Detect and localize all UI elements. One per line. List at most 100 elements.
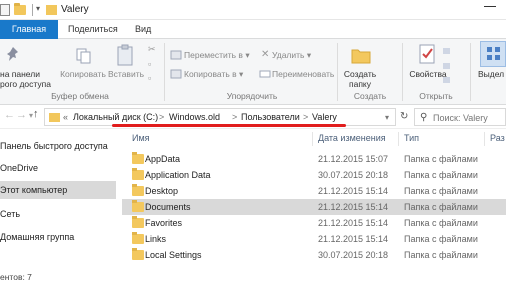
file-type: Папка с файлами <box>404 250 478 260</box>
copy-to-button[interactable]: Копировать в ▾ <box>184 69 243 79</box>
properties-quick-icon[interactable] <box>0 4 10 16</box>
file-date: 21.12.2015 15:14 <box>318 202 389 212</box>
folder-icon <box>132 200 144 212</box>
search-input[interactable]: ⚲ Поиск: Valery <box>414 108 506 126</box>
table-row[interactable]: Favorites 21.12.2015 15:14 Папка с файла… <box>122 215 506 231</box>
file-name: Desktop <box>145 186 179 196</box>
folder-icon <box>46 5 57 15</box>
column-separator[interactable] <box>312 132 313 146</box>
file-list: Имя Дата изменения Тип Раз AppData 21.12… <box>122 129 506 270</box>
up-arrow-icon[interactable]: ↑ <box>33 108 39 120</box>
file-date: 30.07.2015 20:18 <box>318 250 389 260</box>
highlight-underline <box>112 124 346 127</box>
file-type: Папка с файлами <box>404 186 478 196</box>
pin-quick-access-label-2[interactable]: рого доступа <box>0 79 56 89</box>
file-type: Папка с файлами <box>404 218 478 228</box>
column-header-type[interactable]: Тип <box>404 133 419 143</box>
file-date: 21.12.2015 15:14 <box>318 218 389 228</box>
tab-share[interactable]: Поделиться <box>68 20 118 39</box>
group-separator <box>470 43 471 101</box>
properties-button[interactable]: Свойства <box>406 69 450 79</box>
rename-button[interactable]: Переименовать <box>272 69 334 79</box>
file-type: Папка с файлами <box>404 154 478 164</box>
select-button[interactable]: Выдел <box>478 69 504 79</box>
column-header-name[interactable]: Имя <box>132 133 150 143</box>
quick-access-dropdown[interactable]: ▾ <box>36 4 40 13</box>
breadcrumb-drive[interactable]: Локальный диск (C:) <box>73 112 158 122</box>
create-group-label: Создать <box>353 91 387 101</box>
rename-icon <box>259 70 271 78</box>
cut-icon[interactable]: ✂ ▫ ▫ <box>148 43 158 83</box>
file-type: Папка с файлами <box>404 234 478 244</box>
folder-icon <box>49 113 60 122</box>
new-folder-label-2[interactable]: папку <box>340 79 380 89</box>
back-arrow-icon[interactable]: ← <box>4 109 15 121</box>
organize-group-label: Упорядочить <box>226 91 278 101</box>
table-row[interactable]: Documents 21.12.2015 15:14 Папка с файла… <box>122 199 506 215</box>
column-separator[interactable] <box>398 132 399 146</box>
paste-button[interactable]: Вставить <box>106 69 146 79</box>
breadcrumb-valery[interactable]: Valery <box>312 112 337 122</box>
pin-quick-access-label-1[interactable]: на панели <box>0 69 56 79</box>
select-icon <box>480 41 506 67</box>
search-icon: ⚲ <box>420 112 428 123</box>
nav-item-network[interactable]: Сеть <box>0 205 116 223</box>
table-row[interactable]: Application Data 30.07.2015 20:18 Папка … <box>122 167 506 183</box>
properties-icon <box>419 44 435 64</box>
breadcrumb-users[interactable]: Пользователи <box>241 112 300 122</box>
tab-home[interactable]: Главная <box>0 20 58 39</box>
group-separator <box>402 43 403 101</box>
group-separator <box>164 43 165 101</box>
quick-access-separator <box>32 4 33 16</box>
open-group-label: Открыть <box>419 91 453 101</box>
breadcrumb-windows-old[interactable]: Windows.old <box>169 112 220 122</box>
table-row[interactable]: Local Settings 30.07.2015 20:18 Папка с … <box>122 247 506 263</box>
tab-view[interactable]: Вид <box>135 20 151 39</box>
breadcrumb-separator[interactable]: > <box>232 112 237 122</box>
folder-icon <box>132 168 144 180</box>
minimize-button[interactable] <box>484 6 496 7</box>
table-row[interactable]: Links 21.12.2015 15:14 Папка с файлами <box>122 231 506 247</box>
folder-icon <box>132 216 144 228</box>
new-folder-quick-icon[interactable] <box>14 3 26 15</box>
clipboard-icon <box>117 44 133 66</box>
search-placeholder: Поиск: Valery <box>433 113 488 123</box>
column-header-size[interactable]: Раз <box>490 133 505 143</box>
nav-item-this-pc[interactable]: Этот компьютер <box>0 181 116 199</box>
table-row[interactable]: Desktop 21.12.2015 15:14 Папка с файлами <box>122 183 506 199</box>
group-separator <box>337 43 338 101</box>
breadcrumb-overflow[interactable]: « <box>63 112 68 122</box>
new-folder-icon <box>351 49 371 64</box>
refresh-icon[interactable]: ↻ <box>400 111 408 122</box>
move-to-button[interactable]: Переместить в ▾ <box>184 50 250 60</box>
forward-arrow-icon[interactable]: → <box>16 109 27 121</box>
title-bar: ▾ Valery <box>0 0 506 20</box>
folder-icon <box>132 184 144 196</box>
address-dropdown-icon[interactable]: ▾ <box>385 113 389 122</box>
breadcrumb-separator[interactable]: > <box>159 112 164 122</box>
file-date: 21.12.2015 15:14 <box>318 234 389 244</box>
copy-button[interactable]: Копировать <box>58 69 108 79</box>
svg-text:▫: ▫ <box>148 59 151 69</box>
nav-item-quick-access[interactable]: Панель быстрого доступа <box>0 137 116 155</box>
new-folder-label-1[interactable]: Создать <box>340 69 380 79</box>
file-type: Папка с файлами <box>404 170 478 180</box>
open-small-icons[interactable] <box>442 47 452 87</box>
file-name: Application Data <box>145 170 211 180</box>
pin-icon <box>7 47 18 61</box>
folder-icon <box>132 232 144 244</box>
file-type: Папка с файлами <box>404 202 478 212</box>
delete-button[interactable]: Удалить ▾ <box>272 50 311 60</box>
nav-item-onedrive[interactable]: OneDrive <box>0 159 116 177</box>
breadcrumb-separator[interactable]: > <box>303 112 308 122</box>
window-title: Valery <box>61 4 89 15</box>
status-bar: ентов: 7 <box>0 270 506 284</box>
column-separator[interactable] <box>484 132 485 146</box>
ribbon-tabs: Главная Поделиться Вид <box>0 20 506 39</box>
nav-item-homegroup[interactable]: Домашняя группа <box>0 228 116 246</box>
clipboard-group-label: Буфер обмена <box>51 91 109 101</box>
navigation-pane: Панель быстрого доступа OneDrive Этот ко… <box>0 129 116 270</box>
column-header-date[interactable]: Дата изменения <box>318 133 386 143</box>
table-row[interactable]: AppData 21.12.2015 15:07 Папка с файлами <box>122 151 506 167</box>
file-name: AppData <box>145 154 181 164</box>
